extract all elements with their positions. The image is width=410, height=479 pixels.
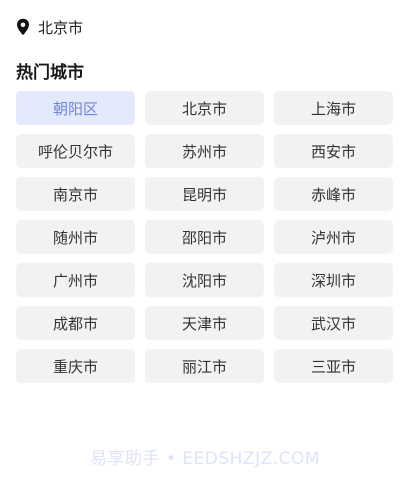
city-button[interactable]: 沈阳市 <box>145 263 264 297</box>
city-button[interactable]: 朝阳区 <box>16 91 135 125</box>
city-button[interactable]: 武汉市 <box>274 306 393 340</box>
city-button[interactable]: 泸州市 <box>274 220 393 254</box>
current-location[interactable]: 北京市 <box>16 14 83 40</box>
city-button[interactable]: 成都市 <box>16 306 135 340</box>
city-button[interactable]: 随州市 <box>16 220 135 254</box>
city-button[interactable]: 昆明市 <box>145 177 264 211</box>
city-button[interactable]: 重庆市 <box>16 349 135 383</box>
city-button[interactable]: 呼伦贝尔市 <box>16 134 135 168</box>
city-button[interactable]: 广州市 <box>16 263 135 297</box>
hot-cities-title: 热门城市 <box>16 63 84 83</box>
city-button[interactable]: 西安市 <box>274 134 393 168</box>
city-button[interactable]: 三亚市 <box>274 349 393 383</box>
city-button[interactable]: 邵阳市 <box>145 220 264 254</box>
current-city-label: 北京市 <box>38 18 84 37</box>
city-button[interactable]: 丽江市 <box>145 349 264 383</box>
hot-cities-grid: 朝阳区 北京市 上海市呼伦贝尔市 苏州市 西安市南京市 昆明市 赤峰市随州市 邵阳市 泸州市广州… <box>16 91 394 383</box>
city-button[interactable]: 上海市 <box>274 91 393 125</box>
city-button[interactable]: 赤峰市 <box>274 177 393 211</box>
city-button[interactable]: 苏州市 <box>145 134 264 168</box>
location-pin-icon <box>16 18 30 36</box>
watermark: 易享助手 • EEDSHZJZ.COM <box>89 449 321 469</box>
city-button[interactable]: 南京市 <box>16 177 135 211</box>
city-button[interactable]: 北京市 <box>145 91 264 125</box>
city-button[interactable]: 深圳市 <box>274 263 393 297</box>
city-button[interactable]: 天津市 <box>145 306 264 340</box>
